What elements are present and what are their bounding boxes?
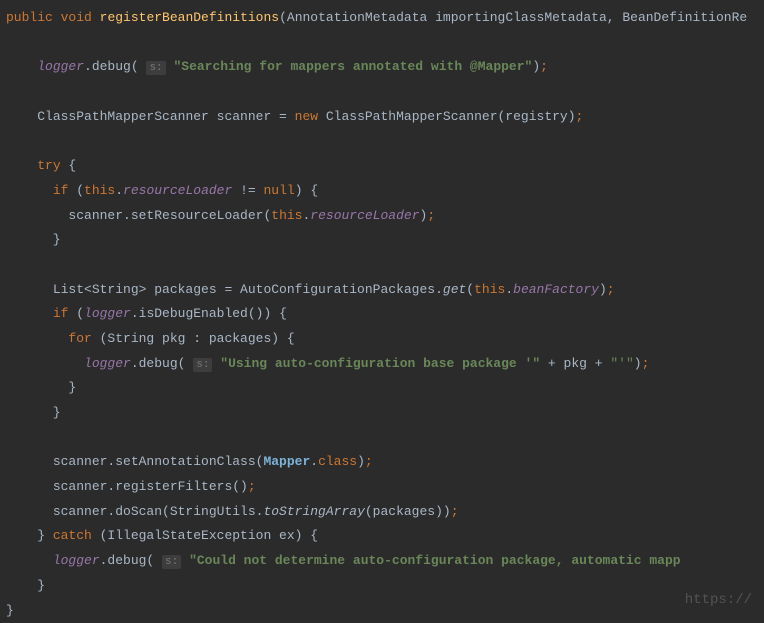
logger-field: logger	[37, 59, 84, 74]
param-hint: s:	[146, 61, 165, 75]
code-editor[interactable]: public void registerBeanDefinitions(Anno…	[6, 6, 764, 623]
watermark-text: https://	[685, 587, 752, 614]
method-signature: public void registerBeanDefinitions(Anno…	[6, 10, 747, 25]
